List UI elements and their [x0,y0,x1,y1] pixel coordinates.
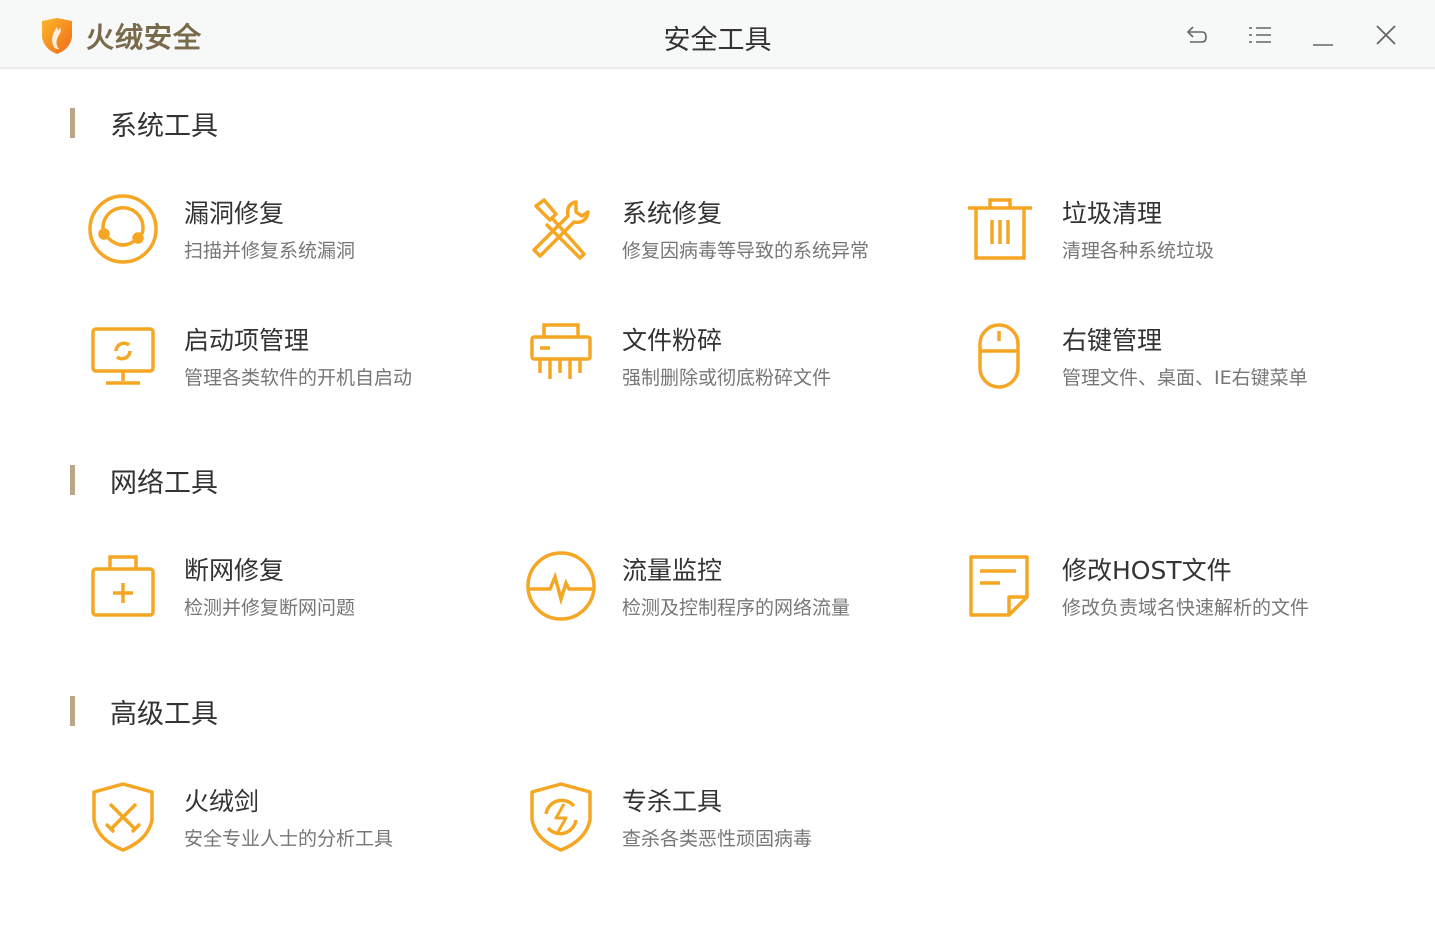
tool-desc: 修复因病毒等导致的系统异常 [622,236,869,263]
pulse-icon [526,551,596,621]
section-network-tools: 网络工具 [70,465,218,495]
tool-system-repair[interactable]: 系统修复 修复因病毒等导致的系统异常 [526,194,956,274]
shredder-icon [526,321,596,391]
tools-icon [526,194,596,264]
tool-title: 修改HOST文件 [1062,551,1232,587]
tool-network-repair[interactable]: 断网修复 检测并修复断网问题 [88,551,518,631]
tool-junk-cleanup[interactable]: 垃圾清理 清理各种系统垃圾 [966,194,1396,274]
tool-file-shredder[interactable]: 文件粉碎 强制删除或彻底粉碎文件 [526,321,956,401]
tool-title: 文件粉碎 [622,321,722,357]
trash-icon [966,194,1036,264]
tool-title: 漏洞修复 [184,194,284,230]
tool-desc: 修改负责域名快速解析的文件 [1062,593,1309,620]
tool-desc: 强制删除或彻底粉碎文件 [622,363,831,390]
section-advanced-tools: 高级工具 [70,696,218,726]
tool-desc: 管理各类软件的开机自启动 [184,363,412,390]
tool-edit-hosts[interactable]: 修改HOST文件 修改负责域名快速解析的文件 [966,551,1396,631]
section-title: 网络工具 [110,461,218,500]
tool-desc: 检测及控制程序的网络流量 [622,593,850,620]
tool-title: 专杀工具 [622,782,722,818]
sword-shield-icon [88,782,158,852]
section-title: 高级工具 [110,692,218,731]
tool-title: 垃圾清理 [1062,194,1162,230]
tool-title: 流量监控 [622,551,722,587]
tool-title: 右键管理 [1062,321,1162,357]
tool-desc: 安全专业人士的分析工具 [184,824,393,851]
first-aid-icon [88,551,158,621]
note-icon [966,551,1036,621]
section-marker [70,465,75,495]
back-icon [1185,24,1209,46]
section-system-tools: 系统工具 [70,108,218,138]
window-title: 安全工具 [0,18,1435,57]
vulnerability-fix-icon [88,194,158,264]
list-icon [1248,25,1272,45]
tool-desc: 管理文件、桌面、IE右键菜单 [1062,363,1308,390]
tool-title: 启动项管理 [184,321,309,357]
section-marker [70,696,75,726]
tool-traffic-monitor[interactable]: 流量监控 检测及控制程序的网络流量 [526,551,956,631]
minimize-button[interactable] [1308,20,1338,50]
tool-huorong-sword[interactable]: 火绒剑 安全专业人士的分析工具 [88,782,518,862]
mouse-icon [966,321,1036,391]
tool-desc: 检测并修复断网问题 [184,593,355,620]
tool-desc: 清理各种系统垃圾 [1062,236,1214,263]
tool-title: 断网修复 [184,551,284,587]
tool-startup-manager[interactable]: 启动项管理 管理各类软件的开机自启动 [88,321,518,401]
section-title: 系统工具 [110,104,218,143]
close-icon [1374,23,1398,47]
close-button[interactable] [1371,20,1401,50]
tool-context-menu[interactable]: 右键管理 管理文件、桌面、IE右键菜单 [966,321,1396,401]
tool-virus-killer[interactable]: 专杀工具 查杀各类恶性顽固病毒 [526,782,956,862]
menu-button[interactable] [1245,20,1275,50]
tool-vulnerability-fix[interactable]: 漏洞修复 扫描并修复系统漏洞 [88,194,518,274]
tool-desc: 查杀各类恶性顽固病毒 [622,824,812,851]
tool-title: 火绒剑 [184,782,259,818]
tool-title: 系统修复 [622,194,722,230]
back-button[interactable] [1182,20,1212,50]
minimize-icon [1311,23,1335,47]
monitor-icon [88,321,158,391]
title-bar: 火绒安全 安全工具 [0,0,1435,69]
bolt-shield-icon [526,782,596,852]
section-marker [70,108,75,138]
tool-desc: 扫描并修复系统漏洞 [184,236,355,263]
